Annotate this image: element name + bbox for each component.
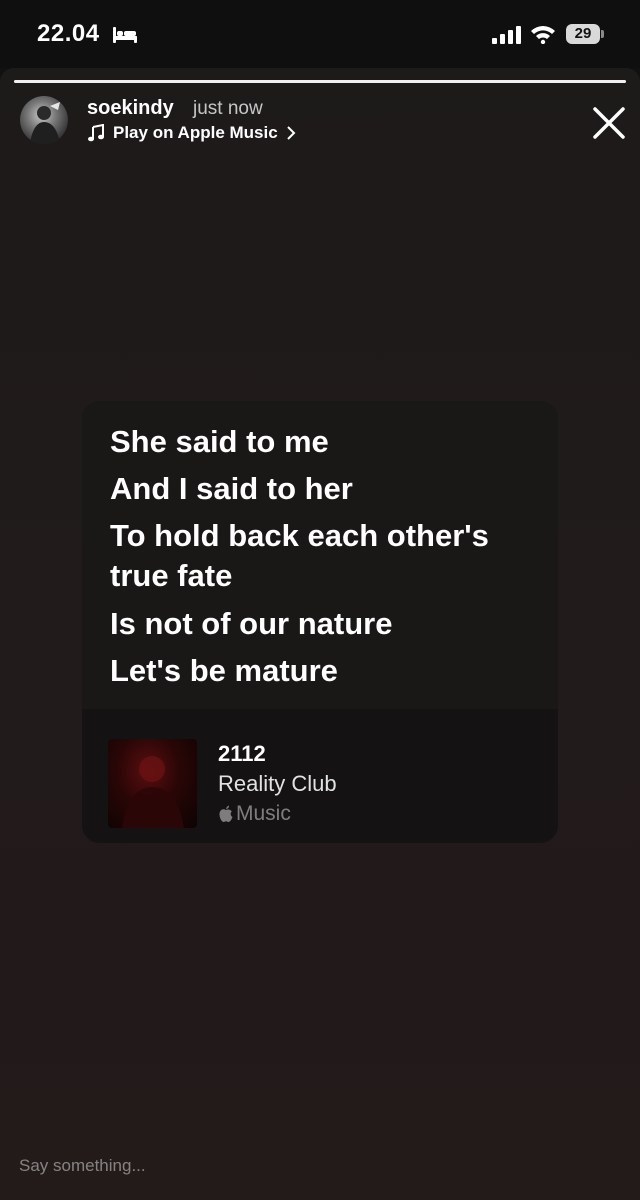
album-artwork-figure xyxy=(122,756,184,828)
battery-level: 29 xyxy=(566,24,600,44)
status-time: 22.04 xyxy=(37,20,100,47)
status-bar: 22.04 29 xyxy=(0,0,640,68)
lyrics-area: She said to me And I said to her To hold… xyxy=(82,401,558,709)
track-title: 2112 xyxy=(218,741,266,766)
music-link-label: Play on Apple Music xyxy=(113,123,278,142)
apple-music-label: Music xyxy=(236,802,291,825)
battery-icon: 29 xyxy=(566,24,604,46)
lyric-line: And I said to her xyxy=(110,471,353,506)
track-info[interactable]: 2112 Reality Club Music xyxy=(82,709,558,843)
battery-cap xyxy=(601,30,604,38)
wifi-icon xyxy=(531,26,555,44)
chevron-right-icon xyxy=(286,126,296,140)
play-on-apple-music-link[interactable]: Play on Apple Music xyxy=(87,121,296,145)
lyric-line: To hold back each other's xyxy=(110,518,489,553)
bed-icon xyxy=(113,27,137,43)
apple-music-badge: Music xyxy=(218,801,291,827)
lyric-line: true fate xyxy=(110,558,233,593)
close-icon[interactable] xyxy=(590,104,628,142)
lyric-line: Is not of our nature xyxy=(110,606,393,641)
story-username[interactable]: soekindy xyxy=(87,97,174,120)
story-timestamp: just now xyxy=(193,98,263,119)
cellular-signal-icon xyxy=(492,26,521,44)
avatar-image xyxy=(30,102,60,144)
story-progress-bar xyxy=(14,80,626,83)
apple-logo-icon xyxy=(219,805,233,822)
lyric-line: She said to me xyxy=(110,424,329,459)
music-note-icon xyxy=(88,124,104,142)
story-progress-fill xyxy=(14,80,626,83)
story-viewer[interactable]: soekindy just now Play on Apple Music Sh… xyxy=(0,68,640,1200)
reply-input[interactable]: Say something... xyxy=(19,1156,146,1176)
album-artwork xyxy=(108,739,197,828)
lyric-line: Let's be mature xyxy=(110,653,338,688)
avatar[interactable] xyxy=(20,96,68,144)
track-artist: Reality Club xyxy=(218,771,337,796)
lyrics-sticker[interactable]: She said to me And I said to her To hold… xyxy=(82,401,558,843)
